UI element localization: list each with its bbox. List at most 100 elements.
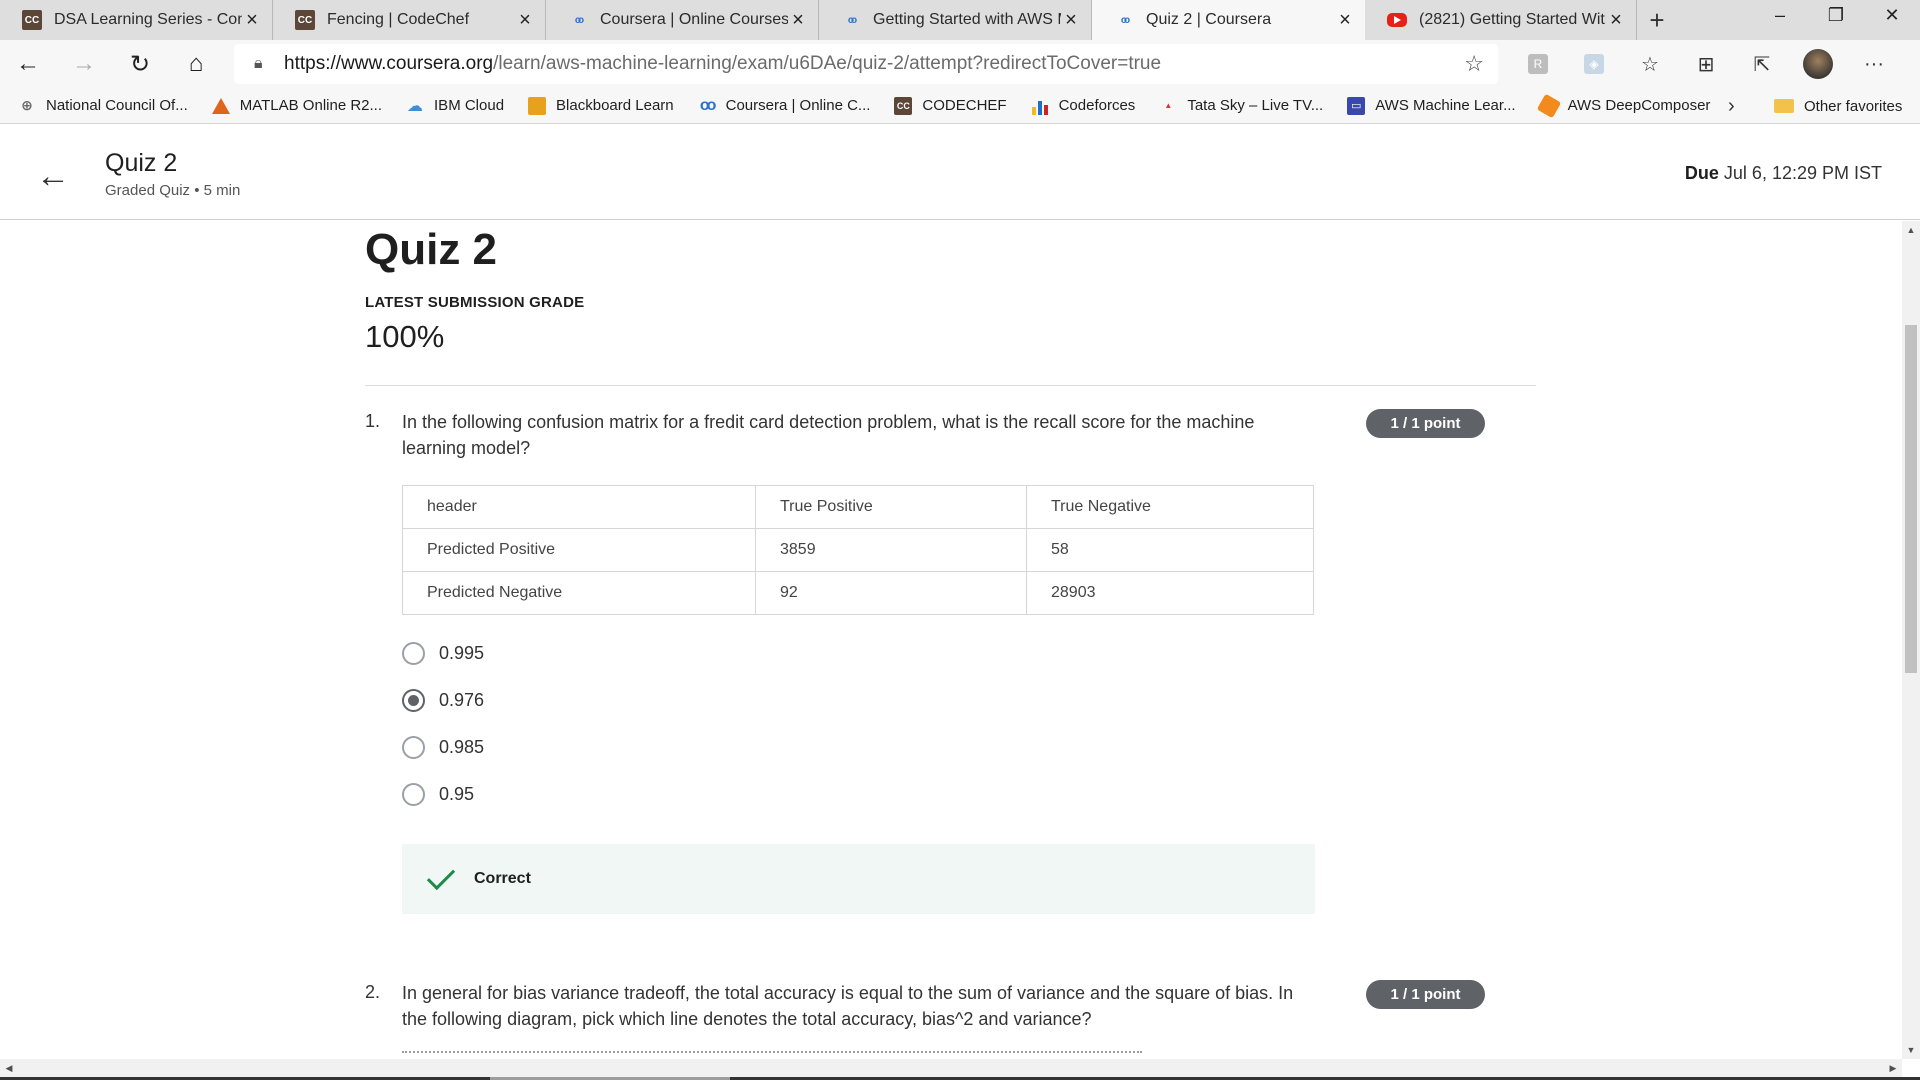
browser-tab[interactable]: oo Coursera | Online Courses & × — [546, 0, 819, 40]
favorite-label: MATLAB Online R2... — [239, 97, 383, 114]
favorite-item[interactable]: ▲ Tata Sky – Live TV... — [1159, 97, 1323, 115]
favorite-item[interactable]: Blackboard Learn — [528, 96, 674, 115]
answer-option[interactable]: 0.985 — [402, 734, 484, 760]
favorite-item[interactable]: MATLAB Online R2... — [211, 97, 383, 114]
table-cell: Predicted Positive — [402, 528, 756, 572]
close-tab-icon[interactable]: × — [1335, 9, 1355, 32]
more-menu-icon[interactable]: ··· — [1846, 40, 1902, 88]
favorite-item[interactable]: ▭ AWS Machine Lear... — [1347, 96, 1516, 115]
favorite-label: National Council Of... — [46, 97, 188, 114]
points-badge: 1 / 1 point — [1366, 980, 1485, 1009]
question-number: 2. — [365, 982, 381, 1002]
page-header: ← Quiz 2 Graded Quiz • 5 min Due Jul 6, … — [0, 125, 1920, 220]
favorite-item[interactable]: AWS DeepComposer — [1536, 93, 1711, 118]
table-cell: 58 — [1026, 528, 1314, 572]
new-tab-button[interactable]: + — [1637, 0, 1677, 40]
answer-option[interactable]: 0.95 — [402, 781, 474, 807]
favorite-label: AWS DeepComposer — [1567, 97, 1711, 114]
home-icon[interactable]: ⌂ — [168, 40, 224, 88]
header-subtitle: Graded Quiz • 5 min — [105, 182, 241, 199]
close-tab-icon[interactable]: × — [788, 9, 808, 32]
due-date: Due Jul 6, 12:29 PM IST — [1685, 163, 1882, 184]
table-row: Predicted Positive 3859 58 — [402, 528, 1314, 572]
favorite-label: IBM Cloud — [434, 97, 505, 114]
favorite-item[interactable]: ⊕ National Council Of... — [18, 97, 188, 115]
back-arrow-icon[interactable]: ← — [36, 157, 70, 196]
feedback-box: Correct — [402, 844, 1315, 914]
answer-option-selected[interactable]: 0.976 — [402, 687, 484, 713]
minimize-icon[interactable]: – — [1752, 0, 1808, 30]
points-badge: 1 / 1 point — [1366, 409, 1485, 438]
browser-toolbar: ← → ↻ ⌂ 🔒︎ https://www.coursera.org/lear… — [0, 40, 1920, 88]
other-favorites[interactable]: Other favorites — [1774, 88, 1902, 124]
forward-icon[interactable]: → — [56, 40, 112, 88]
coursera-icon: oo — [574, 14, 584, 26]
favorite-item[interactable]: Codeforces — [1031, 97, 1135, 115]
option-label: 0.95 — [439, 783, 475, 804]
tata-sky-icon: ▲ — [1164, 101, 1173, 110]
due-label: Due — [1684, 163, 1719, 183]
ibm-cloud-icon: ☁ — [407, 97, 424, 115]
table-cell: header — [402, 485, 756, 529]
address-bar[interactable]: 🔒︎ https://www.coursera.org/learn/aws-ma… — [234, 44, 1498, 84]
close-tab-icon[interactable]: × — [242, 9, 262, 32]
browser-tab-active[interactable]: oo Quiz 2 | Coursera × — [1092, 0, 1365, 40]
scroll-down-icon[interactable]: ▼ — [1902, 1041, 1920, 1059]
quiz-content: Quiz 2 LATEST SUBMISSION GRADE 100% 1. I… — [0, 221, 1902, 1059]
scroll-thumb[interactable] — [1905, 325, 1917, 673]
url-text[interactable]: https://www.coursera.org/learn/aws-machi… — [284, 53, 1464, 75]
close-tab-icon[interactable]: × — [1061, 9, 1081, 32]
refresh-icon[interactable]: ↻ — [112, 40, 168, 88]
scroll-up-icon[interactable]: ▲ — [1902, 221, 1920, 239]
back-icon[interactable]: ← — [0, 40, 56, 88]
shield-extension-icon[interactable]: ◈ — [1584, 54, 1604, 74]
table-cell: 92 — [755, 571, 1027, 615]
share-icon[interactable]: ⇱ — [1734, 40, 1790, 88]
diagram-edge — [402, 1051, 1142, 1053]
radio-button[interactable] — [402, 641, 425, 665]
favorite-item[interactable]: oo Coursera | Online C... — [698, 97, 871, 115]
coursera-icon: oo — [699, 96, 717, 114]
browser-tab[interactable]: (2821) Getting Started With × — [1365, 0, 1637, 40]
tab-strip: CC DSA Learning Series - Conte × CC Fenc… — [0, 0, 1920, 40]
checkmark-icon — [426, 861, 456, 891]
deepcomposer-icon — [1536, 93, 1561, 118]
tab-title: DSA Learning Series - Conte — [54, 11, 242, 28]
tab-title: Quiz 2 | Coursera — [1146, 11, 1272, 28]
vertical-scrollbar[interactable]: ▲ ▼ — [1902, 221, 1920, 1059]
confusion-matrix-table: header True Positive True Negative Predi… — [402, 485, 1314, 615]
favorites-icon[interactable]: ☆ — [1622, 40, 1678, 88]
favorite-label: CODECHEF — [922, 97, 1007, 114]
chevron-right-icon[interactable]: › — [1728, 88, 1735, 124]
favorite-item[interactable]: ☁ IBM Cloud — [406, 97, 504, 115]
scroll-right-icon[interactable]: ▶ — [1884, 1059, 1902, 1077]
close-tab-icon[interactable]: × — [1606, 9, 1626, 32]
table-cell: True Negative — [1026, 485, 1314, 529]
coursera-icon: oo — [1120, 14, 1130, 26]
close-tab-icon[interactable]: × — [515, 9, 535, 32]
tab-title: Coursera | Online Courses & — [600, 11, 788, 28]
close-window-icon[interactable]: ✕ — [1864, 0, 1920, 30]
horizontal-scrollbar[interactable]: ◀ ▶ — [0, 1059, 1902, 1077]
profile-avatar[interactable] — [1803, 49, 1833, 79]
answer-option[interactable]: 0.995 — [402, 640, 484, 666]
browser-tab[interactable]: oo Getting Started with AWS M × — [819, 0, 1092, 40]
radio-button[interactable] — [402, 735, 425, 759]
browser-tab[interactable]: CC Fencing | CodeChef × — [273, 0, 546, 40]
table-row: Predicted Negative 92 28903 — [402, 571, 1314, 615]
lock-icon[interactable]: 🔒︎ — [254, 55, 284, 73]
favorite-label: Coursera | Online C... — [725, 97, 871, 114]
table-cell: 3859 — [755, 528, 1027, 572]
favorite-item[interactable]: CC CODECHEF — [894, 96, 1007, 115]
option-label: 0.995 — [439, 642, 485, 663]
radio-button-selected[interactable] — [402, 688, 425, 712]
browser-tab[interactable]: CC DSA Learning Series - Conte × — [0, 0, 273, 40]
radio-button[interactable] — [402, 782, 425, 806]
collections-icon[interactable]: ⊞ — [1678, 40, 1734, 88]
scroll-left-icon[interactable]: ◀ — [0, 1059, 18, 1077]
extension-icon[interactable]: R — [1528, 54, 1548, 74]
favorite-star-icon[interactable]: ☆ — [1464, 51, 1484, 77]
restore-icon[interactable]: ❐ — [1808, 0, 1864, 30]
aws-icon: ▭ — [1347, 96, 1366, 115]
question-text: In general for bias variance tradeoff, t… — [402, 983, 1294, 1029]
